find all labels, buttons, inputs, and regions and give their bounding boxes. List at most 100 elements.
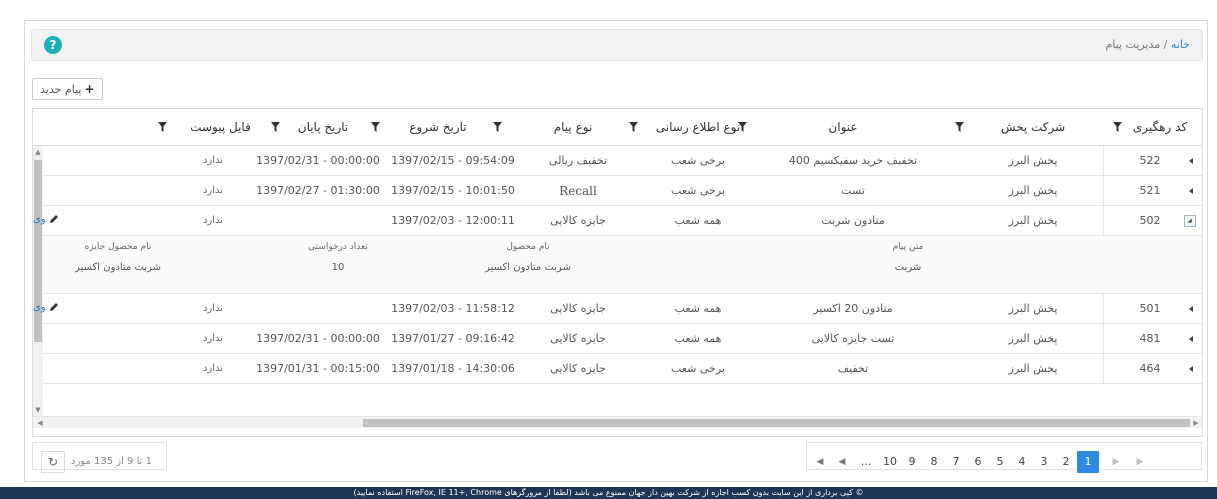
detail-request-count: 10 bbox=[331, 262, 345, 273]
filter-icon[interactable] bbox=[271, 122, 280, 132]
vertical-scroll-thumb[interactable] bbox=[34, 160, 42, 342]
cell-title: تخفیف خرید سفیکسیم 400 bbox=[788, 154, 918, 167]
cell-title: متادون شربت bbox=[821, 214, 885, 227]
edit-link[interactable]: وی bbox=[33, 214, 59, 225]
cell-end-date: 1397/01/31 - 00:15:00 bbox=[256, 362, 380, 375]
new-message-label: پیام جدید bbox=[40, 83, 82, 96]
cell-company: پخش البرز bbox=[1008, 154, 1058, 167]
cell-attachment: ندارد bbox=[202, 363, 224, 374]
pager-info-box: ↻ 1 تا 9 از 135 مورد bbox=[32, 442, 167, 473]
cell-end-date: 1397/02/27 - 01:30:00 bbox=[256, 184, 380, 197]
cell-attachment: ندارد bbox=[202, 185, 224, 196]
pager-ellipsis[interactable]: ... bbox=[855, 451, 877, 473]
collapse-row-icon[interactable] bbox=[1184, 215, 1196, 227]
scroll-up-icon[interactable]: ▲ bbox=[34, 148, 42, 156]
scroll-left-icon[interactable]: ◀ bbox=[35, 418, 45, 428]
column-divider bbox=[1103, 354, 1104, 384]
help-icon[interactable]: ? bbox=[44, 36, 62, 54]
cell-title: تخفیف bbox=[837, 362, 869, 375]
column-header-notification-type[interactable]: نوع اطلاع رسانی bbox=[648, 109, 748, 145]
column-divider bbox=[1103, 146, 1104, 176]
filter-icon[interactable] bbox=[158, 122, 167, 132]
page-3[interactable]: 3 bbox=[1033, 451, 1055, 473]
cell-title: متادون 20 اکسیر bbox=[813, 302, 893, 315]
horizontal-scrollbar[interactable]: ◀ ▶ bbox=[33, 416, 1202, 428]
table-row[interactable]: 522 پخش البرز تخفیف خرید سفیکسیم 400 برخ… bbox=[43, 146, 1202, 176]
column-header-start-date[interactable]: تاریخ شروع bbox=[393, 109, 483, 145]
cell-start-date: 1397/02/03 - 12:00:11 bbox=[391, 214, 515, 227]
cell-message-type: جایزه کالایی bbox=[550, 332, 606, 345]
table-row[interactable]: 501 پخش البرز متادون 20 اکسیر همه شعب جا… bbox=[33, 294, 1202, 324]
column-header-distribution-company[interactable]: شرکت پخش bbox=[988, 109, 1078, 145]
refresh-icon[interactable]: ↻ bbox=[41, 451, 65, 473]
page-5[interactable]: 5 bbox=[989, 451, 1011, 473]
detail-product-name: شربت متادون اکسیر bbox=[485, 262, 571, 273]
expand-row-icon[interactable] bbox=[1185, 363, 1197, 375]
cell-start-date: 1397/02/15 - 10:01:50 bbox=[391, 184, 515, 197]
expand-row-icon[interactable] bbox=[1185, 333, 1197, 345]
vertical-scrollbar[interactable]: ▲ ▼ bbox=[33, 146, 43, 416]
prev-page-icon[interactable]: ◀ bbox=[831, 451, 853, 473]
scroll-right-icon[interactable]: ▶ bbox=[1191, 418, 1201, 428]
cell-notification-type: همه شعب bbox=[674, 302, 722, 315]
edit-label: وی bbox=[33, 302, 46, 313]
cell-attachment: ندارد bbox=[202, 155, 224, 166]
column-header-title[interactable]: عنوان bbox=[793, 109, 893, 145]
column-header-end-date[interactable]: تاریخ پایان bbox=[283, 109, 363, 145]
table-row[interactable]: 481 پخش البرز تست جایزه کالایی همه شعب ج… bbox=[43, 324, 1202, 354]
column-divider bbox=[1103, 176, 1104, 206]
table-row[interactable]: 521 پخش البرز تست برخی شعب Recall 1397/0… bbox=[43, 176, 1202, 206]
copyright-footer: © کپی برداری از این سایت بدون کسب اجازه … bbox=[0, 487, 1217, 499]
detail-message-text: شربت bbox=[894, 262, 922, 273]
expand-row-icon[interactable] bbox=[1185, 155, 1197, 167]
page-1-active[interactable]: 1 bbox=[1077, 451, 1099, 473]
filter-icon[interactable] bbox=[371, 122, 380, 132]
filter-icon[interactable] bbox=[493, 122, 502, 132]
new-message-button[interactable]: +پیام جدید bbox=[32, 78, 103, 100]
breadcrumb-current: مدیریت پیام bbox=[1105, 38, 1161, 51]
page-4[interactable]: 4 bbox=[1011, 451, 1033, 473]
page-7[interactable]: 7 bbox=[945, 451, 967, 473]
page-9[interactable]: 9 bbox=[901, 451, 923, 473]
column-divider bbox=[1103, 206, 1104, 236]
next-page-icon[interactable]: ▶ bbox=[1105, 451, 1127, 473]
filter-icon[interactable] bbox=[955, 122, 964, 132]
expand-row-icon[interactable] bbox=[1185, 303, 1197, 315]
pencil-icon bbox=[49, 215, 58, 223]
first-page-icon[interactable]: ◀︎ bbox=[809, 451, 831, 473]
cell-end-date: 1397/02/31 - 00:00:00 bbox=[256, 154, 380, 167]
cell-title: تست bbox=[841, 184, 865, 197]
filter-icon[interactable] bbox=[738, 122, 747, 132]
column-header-message-type[interactable]: نوع پیام bbox=[533, 109, 613, 145]
pencil-icon bbox=[49, 303, 58, 311]
page-10[interactable]: 10 bbox=[879, 451, 901, 473]
cell-notification-type: همه شعب bbox=[674, 214, 722, 227]
column-header-tracking-code[interactable]: کد رهگیری bbox=[1125, 109, 1195, 145]
filter-icon[interactable] bbox=[629, 122, 638, 132]
cell-notification-type: برخی شعب bbox=[671, 154, 725, 167]
table-row[interactable]: 502 پخش البرز متادون شربت همه شعب جایزه … bbox=[33, 206, 1202, 236]
page-8[interactable]: 8 bbox=[923, 451, 945, 473]
cell-message-type: جایزه کالایی bbox=[550, 302, 606, 315]
filter-icon[interactable] bbox=[1113, 122, 1122, 132]
edit-link[interactable]: وی bbox=[33, 302, 59, 313]
page-6[interactable]: 6 bbox=[967, 451, 989, 473]
plus-icon: + bbox=[84, 82, 95, 96]
pager: ↻ 1 تا 9 از 135 مورد ◀︎ ◀ ... 10 9 8 7 6… bbox=[25, 437, 1209, 481]
expand-row-icon[interactable] bbox=[1185, 185, 1197, 197]
scroll-down-icon[interactable]: ▼ bbox=[34, 406, 42, 414]
cell-tracking-code: 522 bbox=[1139, 154, 1161, 167]
breadcrumb: خانه / مدیریت پیام bbox=[1105, 30, 1190, 60]
column-divider bbox=[1103, 324, 1104, 354]
cell-notification-type: برخی شعب bbox=[671, 362, 725, 375]
page: خانه / مدیریت پیام ? +پیام جدید کد رهگیر… bbox=[0, 0, 1217, 499]
column-header-attachment[interactable]: فایل پیوست bbox=[183, 109, 258, 145]
last-page-icon[interactable]: ▶︎ bbox=[1129, 451, 1151, 473]
cell-company: پخش البرز bbox=[1008, 362, 1058, 375]
breadcrumb-home-link[interactable]: خانه bbox=[1171, 38, 1190, 51]
message-management-panel: خانه / مدیریت پیام ? +پیام جدید کد رهگیر… bbox=[24, 20, 1208, 482]
row-detail-panel: متن پیام شربت نام محصول شربت متادون اکسی… bbox=[43, 236, 1202, 294]
table-row[interactable]: 464 پخش البرز تخفیف برخی شعب جایزه کالای… bbox=[43, 354, 1202, 384]
horizontal-scroll-thumb[interactable] bbox=[363, 419, 1190, 427]
page-2[interactable]: 2 bbox=[1055, 451, 1077, 473]
